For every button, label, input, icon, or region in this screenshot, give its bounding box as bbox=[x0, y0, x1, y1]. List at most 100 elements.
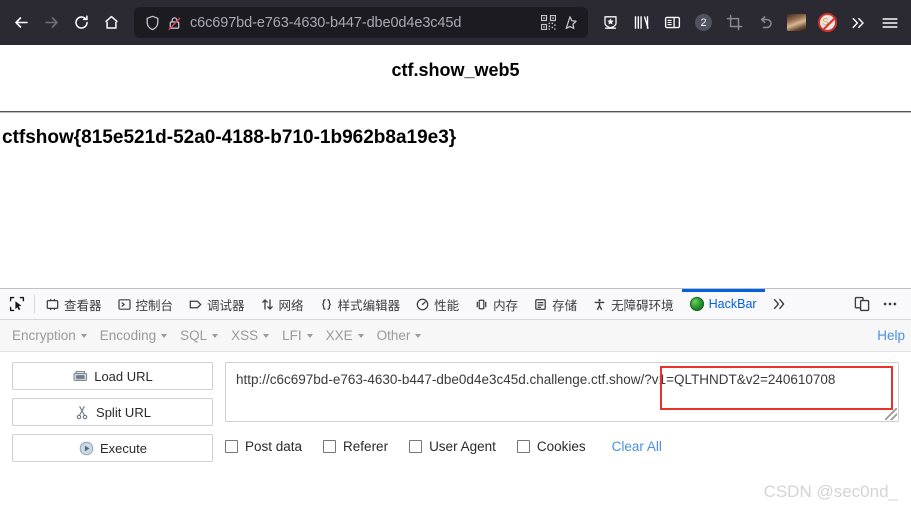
element-picker-icon[interactable] bbox=[2, 289, 32, 319]
undo-icon[interactable] bbox=[750, 8, 781, 38]
tab-debugger[interactable]: 调试器 bbox=[181, 289, 253, 319]
forward-button[interactable] bbox=[36, 8, 66, 38]
back-arrow-icon bbox=[14, 17, 28, 28]
clear-all-link[interactable]: Clear All bbox=[612, 439, 662, 454]
chevron-down-icon bbox=[357, 333, 364, 338]
menu-other[interactable]: Other bbox=[375, 328, 433, 343]
help-link[interactable]: Help bbox=[877, 328, 911, 343]
menu-sql[interactable]: SQL bbox=[178, 328, 229, 343]
menu-xxe[interactable]: XXE bbox=[324, 328, 375, 343]
execute-button[interactable]: Execute bbox=[12, 434, 213, 462]
home-icon bbox=[104, 15, 118, 29]
page-title: ctf.show_web5 bbox=[391, 60, 520, 80]
tab-accessibility[interactable]: 无障碍环境 bbox=[585, 289, 682, 319]
split-url-button[interactable]: Split URL bbox=[12, 398, 213, 426]
checkbox-cookies[interactable]: Cookies bbox=[516, 439, 586, 454]
reload-icon bbox=[74, 15, 88, 29]
devtools-panel: 查看器 控制台 调试器 网络 样式编辑器 性能 内存 存储 无障碍环境 Hack… bbox=[0, 288, 911, 508]
url-bar[interactable]: c6c697bd-e763-4630-b447-dbe0d4e3c45d bbox=[134, 7, 588, 38]
tab-storage[interactable]: 存储 bbox=[526, 289, 585, 319]
responsive-design-mode-icon[interactable] bbox=[849, 291, 875, 317]
menu-xss[interactable]: XSS bbox=[229, 328, 280, 343]
tab-performance[interactable]: 性能 bbox=[408, 289, 467, 319]
tab-memory[interactable]: 内存 bbox=[467, 289, 526, 319]
post-data-checkbox[interactable] bbox=[225, 440, 238, 453]
tab-network-label: 网络 bbox=[278, 298, 304, 313]
sidebar-icon[interactable] bbox=[657, 8, 688, 38]
lock-crossed-icon[interactable] bbox=[163, 12, 185, 34]
url-textarea-value: http://c6c697bd-e763-4630-b447-dbe0d4e3c… bbox=[236, 372, 836, 387]
network-icon bbox=[261, 298, 274, 311]
back-button[interactable] bbox=[6, 8, 36, 38]
load-url-icon bbox=[72, 368, 88, 384]
crop-icon[interactable] bbox=[719, 8, 750, 38]
cookies-label: Cookies bbox=[536, 439, 586, 454]
save-to-pocket-icon[interactable] bbox=[595, 8, 626, 38]
tab-network[interactable]: 网络 bbox=[253, 289, 312, 319]
referer-checkbox[interactable] bbox=[323, 440, 337, 453]
avatar-icon[interactable] bbox=[781, 8, 812, 38]
load-url-button[interactable]: Load URL bbox=[12, 362, 213, 390]
play-icon bbox=[78, 440, 94, 456]
library-icon[interactable] bbox=[626, 8, 657, 38]
home-button[interactable] bbox=[96, 8, 126, 38]
menu-sql-label: SQL bbox=[180, 328, 208, 343]
menu-xss-label: XSS bbox=[231, 328, 259, 343]
star-icon[interactable] bbox=[559, 12, 581, 34]
tab-performance-label: 性能 bbox=[434, 298, 460, 313]
chevron-down-icon bbox=[263, 333, 270, 338]
performance-icon bbox=[416, 298, 429, 311]
shield-icon[interactable] bbox=[141, 12, 163, 34]
accessibility-icon bbox=[593, 298, 606, 311]
menu-encoding-label: Encoding bbox=[99, 328, 157, 343]
menu-other-label: Other bbox=[376, 328, 411, 343]
tab-hackbar[interactable]: HackBar bbox=[681, 289, 765, 319]
chevron-down-icon bbox=[80, 333, 87, 338]
textarea-resize-handle[interactable] bbox=[885, 408, 897, 420]
checkbox-user-agent[interactable]: User Agent bbox=[409, 439, 496, 454]
tab-console[interactable]: 控制台 bbox=[110, 289, 182, 319]
checkbox-referer[interactable]: Referer bbox=[323, 439, 388, 454]
toolbar-separator bbox=[34, 295, 35, 313]
hackbar-panel: Encryption Encoding SQL XSS LFI XXE Othe… bbox=[0, 320, 911, 508]
watermark: CSDN @sec0nd_ bbox=[763, 482, 898, 501]
hackbar-options-row: Post data Referer User Agent Cookies Cle… bbox=[225, 422, 899, 454]
tab-style-editor-label: 样式编辑器 bbox=[337, 298, 401, 313]
referer-label: Referer bbox=[343, 439, 389, 454]
menu-encryption[interactable]: Encryption bbox=[10, 328, 98, 343]
hamburger-menu-icon[interactable] bbox=[874, 8, 905, 38]
cookies-checkbox[interactable] bbox=[516, 440, 530, 453]
reload-button[interactable] bbox=[66, 8, 96, 38]
url-input[interactable]: c6c697bd-e763-4630-b447-dbe0d4e3c45d bbox=[190, 15, 537, 31]
user-agent-label: User Agent bbox=[429, 439, 496, 454]
hackbar-menubar: Encryption Encoding SQL XSS LFI XXE Othe… bbox=[0, 320, 911, 352]
chevron-down-icon bbox=[212, 333, 219, 338]
qr-code-icon[interactable] bbox=[537, 12, 559, 34]
container-count-badge[interactable]: 2 bbox=[688, 8, 719, 38]
flag-text: ctfshow{815e521d-52a0-4188-b710-1b962b8a… bbox=[2, 127, 457, 148]
tab-debugger-label: 调试器 bbox=[207, 298, 245, 313]
overflow-chevrons-icon[interactable] bbox=[843, 8, 874, 38]
user-agent-checkbox[interactable] bbox=[409, 440, 423, 453]
tab-inspector[interactable]: 查看器 bbox=[38, 289, 110, 319]
tab-storage-label: 存储 bbox=[552, 298, 578, 313]
storage-icon bbox=[534, 298, 547, 311]
container-count-value: 2 bbox=[695, 14, 712, 31]
noscript-icon[interactable]: S bbox=[812, 8, 843, 38]
forward-arrow-icon bbox=[44, 17, 58, 28]
console-icon bbox=[117, 298, 131, 311]
post-data-label: Post data bbox=[245, 439, 303, 454]
tab-style-editor[interactable]: 样式编辑器 bbox=[312, 289, 409, 319]
devtools-meatball-menu-icon[interactable] bbox=[877, 291, 903, 317]
menu-encoding[interactable]: Encoding bbox=[98, 328, 178, 343]
inspector-icon bbox=[46, 298, 59, 311]
checkbox-post-data[interactable]: Post data bbox=[225, 439, 302, 454]
scissors-icon bbox=[74, 404, 90, 420]
memory-icon bbox=[475, 298, 488, 311]
tab-hackbar-label: HackBar bbox=[708, 297, 757, 311]
url-textarea[interactable]: http://c6c697bd-e763-4630-b447-dbe0d4e3c… bbox=[225, 362, 899, 422]
chevron-down-icon bbox=[306, 333, 313, 338]
menu-lfi[interactable]: LFI bbox=[280, 328, 324, 343]
chevron-down-icon bbox=[415, 333, 422, 338]
devtools-overflow-icon[interactable] bbox=[765, 289, 794, 319]
